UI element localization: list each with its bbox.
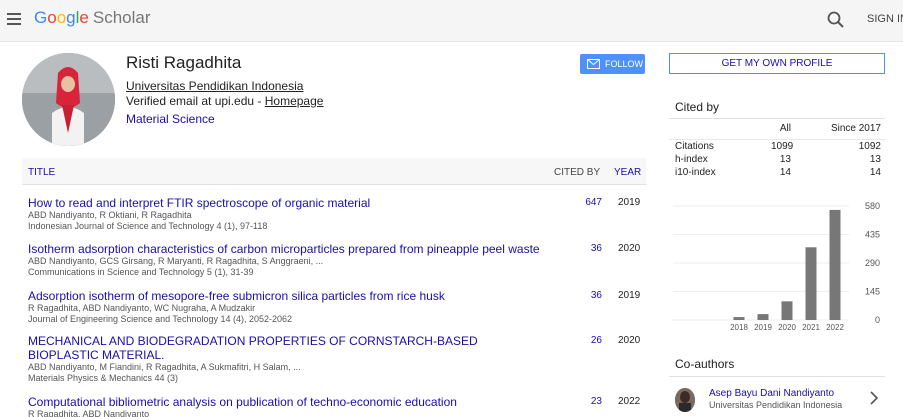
cited-by-row: h-index 13 13: [675, 154, 881, 167]
coauthors-heading: Co-authors: [675, 357, 735, 371]
chart-x-tick-label: 2022: [826, 323, 844, 332]
chart-y-tick-label: 145: [865, 287, 880, 297]
cited-by-header-row: All Since 2017: [675, 123, 881, 136]
citations-per-year-chart: 0 145 290 435 580 2018 2019 2020 2021 2022: [673, 201, 880, 332]
article-year: 2022: [618, 396, 641, 407]
mail-icon: [587, 59, 600, 69]
col-since: Since 2017: [830, 123, 881, 134]
coauthor-photo: [675, 388, 695, 412]
profile-photo: [22, 53, 115, 146]
articles-table-header: TITLE CITED BY YEAR: [22, 158, 646, 185]
chart-bar-2019[interactable]: [757, 314, 769, 320]
article-cited-count[interactable]: 36: [582, 290, 602, 301]
chart-y-tick-label: 435: [865, 230, 880, 240]
logo-letter: g: [66, 8, 76, 27]
article-year: 2020: [618, 335, 641, 346]
chart-bar-2021[interactable]: [805, 247, 817, 320]
article-authors: ABD Nandiyanto, GCS Girsang, R Maryanti,…: [28, 256, 324, 266]
table-row: Adsorption isotherm of mesopore-free sub…: [28, 289, 648, 325]
divider: [669, 118, 885, 119]
cited-by-row: i10-index 14 14: [675, 167, 881, 180]
sort-by-year[interactable]: YEAR: [614, 167, 641, 178]
table-row: Computational bibliometric analysis on p…: [28, 395, 648, 417]
divider: [669, 139, 885, 140]
article-venue: Indonesian Journal of Science and Techno…: [28, 221, 268, 231]
cited-by-row: Citations 1099 1092: [675, 141, 881, 154]
sort-by-title[interactable]: TITLE: [28, 167, 55, 178]
chart-bar-2018[interactable]: [733, 317, 745, 320]
metric-all: 13: [779, 154, 791, 165]
verified-email: Verified email at upi.edu - Homepage: [126, 94, 323, 108]
metric-label: i10-index: [675, 167, 716, 178]
sort-by-cited[interactable]: CITED BY: [554, 167, 600, 178]
coauthor-name[interactable]: Asep Bayu Dani Nandiyanto: [709, 388, 834, 399]
chart-x-tick-label: 2018: [730, 323, 748, 332]
article-title[interactable]: Isotherm adsorption characteristics of c…: [28, 242, 628, 256]
article-venue: Journal of Engineering Science and Techn…: [28, 314, 293, 324]
logo-letter: o: [47, 8, 57, 27]
follow-label: FOLLOW: [605, 59, 644, 69]
metric-since: 1092: [858, 141, 881, 152]
metric-label: h-index: [675, 154, 708, 165]
cited-by-heading: Cited by: [675, 100, 720, 114]
chart-x-tick-label: 2019: [754, 323, 772, 332]
metric-all: 1099: [771, 141, 794, 152]
chevron-right-icon[interactable]: [869, 391, 879, 405]
chart-bar-2022[interactable]: [829, 209, 841, 320]
article-title[interactable]: Adsorption isotherm of mesopore-free sub…: [28, 289, 548, 303]
chart-bar-2020[interactable]: [781, 301, 793, 320]
research-interest[interactable]: Material Science: [126, 112, 215, 126]
follow-button[interactable]: FOLLOW: [580, 54, 645, 74]
chart-y-tick-label: 0: [875, 315, 880, 325]
article-title[interactable]: How to read and interpret FTIR spectrosc…: [28, 196, 548, 210]
homepage-link[interactable]: Homepage: [265, 94, 324, 108]
table-row: Isotherm adsorption characteristics of c…: [28, 242, 648, 278]
logo-suffix: Scholar: [92, 8, 151, 27]
article-title[interactable]: MECHANICAL AND BIODEGRADATION PROPERTIES…: [28, 334, 548, 362]
menu-icon[interactable]: [7, 13, 21, 25]
article-cited-count[interactable]: 23: [582, 396, 602, 407]
sign-in-link[interactable]: SIGN IN: [867, 13, 903, 25]
profile-photo-image: [22, 53, 115, 146]
coauthor-avatar[interactable]: [675, 388, 695, 412]
chart-x-tick-label: 2020: [778, 323, 796, 332]
article-year: 2019: [618, 290, 641, 301]
article-authors: R Ragadhita, ABD Nandiyanto, WC Nugraha,…: [28, 303, 256, 313]
metric-since: 14: [869, 167, 881, 178]
chart-y-tick-label: 580: [865, 201, 880, 211]
search-icon[interactable]: [826, 10, 846, 30]
verified-email-text: Verified email at upi.edu -: [126, 94, 265, 108]
metric-all: 14: [779, 167, 791, 178]
logo-letter: G: [34, 8, 48, 27]
metric-label: Citations: [675, 141, 714, 152]
metric-since: 13: [869, 154, 881, 165]
logo-letter: e: [79, 8, 89, 27]
article-cited-count[interactable]: 26: [582, 335, 602, 346]
logo-letter: o: [56, 8, 67, 27]
chart-y-tick-label: 290: [865, 258, 880, 268]
table-row: How to read and interpret FTIR spectrosc…: [28, 196, 648, 232]
article-cited-count[interactable]: 36: [582, 243, 602, 254]
article-cited-count[interactable]: 647: [582, 197, 602, 208]
article-authors: ABD Nandiyanto, M Fiandini, R Ragadhita,…: [28, 362, 301, 372]
profile-affiliation[interactable]: Universitas Pendidikan Indonesia: [126, 79, 303, 93]
article-venue: Materials Physics & Mechanics 44 (3): [28, 373, 179, 383]
divider: [669, 376, 885, 377]
top-bar: GoogleScholar SIGN IN: [0, 0, 903, 42]
coauthor-affiliation: Universitas Pendidikan Indonesia: [709, 400, 843, 410]
col-all: All: [779, 123, 791, 134]
article-authors: ABD Nandiyanto, R Oktiani, R Ragadhita: [28, 210, 192, 220]
article-venue: Communications in Science and Technology…: [28, 267, 254, 277]
google-scholar-logo[interactable]: Google Scholar: [34, 8, 151, 28]
get-my-own-profile-button[interactable]: GET MY OWN PROFILE: [669, 53, 885, 74]
article-authors: R Ragadhita, ABD Nandiyanto: [28, 409, 150, 417]
article-year: 2019: [618, 197, 641, 208]
table-row: MECHANICAL AND BIODEGRADATION PROPERTIES…: [28, 334, 648, 384]
profile-name: Risti Ragadhita: [126, 53, 242, 72]
chart-x-tick-label: 2021: [802, 323, 820, 332]
article-year: 2020: [618, 243, 641, 254]
article-title[interactable]: Computational bibliometric analysis on p…: [28, 395, 548, 409]
